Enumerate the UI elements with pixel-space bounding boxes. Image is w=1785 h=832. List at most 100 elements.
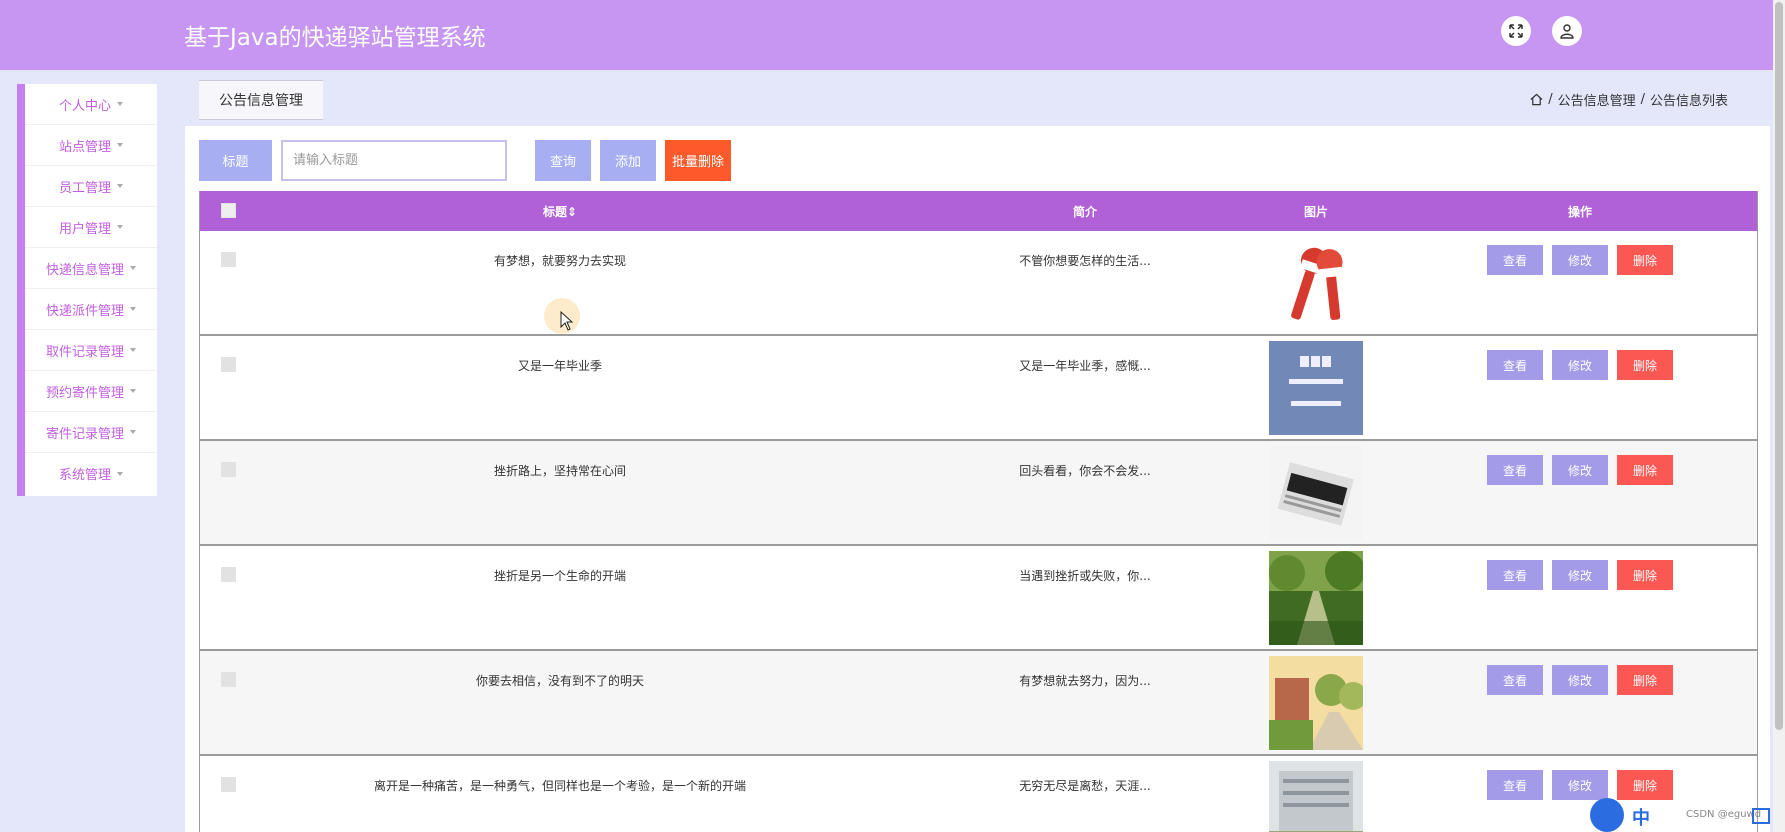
sidebar-item-staff[interactable]: 员工管理	[25, 166, 157, 207]
sidebar-item-label: 员工管理	[58, 180, 111, 196]
row-checkbox[interactable]	[221, 357, 236, 372]
scrollbar-thumb[interactable]	[1775, 2, 1783, 730]
view-button[interactable]: 查看	[1487, 770, 1543, 800]
sidebar-item-pickup-records[interactable]: 取件记录管理	[25, 330, 157, 371]
breadcrumb-level2: 公告信息列表	[1649, 94, 1728, 109]
sidebar-item-express-info[interactable]: 快递信息管理	[25, 248, 157, 289]
caret-down-icon	[117, 102, 123, 106]
sidebar-item-personal-center[interactable]: 个人中心	[25, 84, 157, 125]
breadcrumb: / 公告信息管理 / 公告信息列表	[1530, 90, 1728, 109]
row-title: 挫折是另一个生命的开端	[493, 569, 626, 583]
breadcrumb-level1[interactable]: 公告信息管理	[1558, 90, 1636, 109]
table-header: 标题⇕ 简介 图片 操作	[200, 191, 1757, 231]
tab-notice-management[interactable]: 公告信息管理	[199, 80, 323, 120]
caret-down-icon	[130, 307, 136, 311]
microphones-news-live-image	[1269, 236, 1363, 330]
sidebar-item-label: 个人中心	[58, 98, 111, 114]
row-title: 又是一年毕业季	[517, 359, 602, 373]
sidebar-item-label: 预约寄件管理	[45, 385, 124, 401]
view-button[interactable]: 查看	[1487, 455, 1543, 485]
select-all-checkbox[interactable]	[221, 203, 236, 218]
modern-building-image	[1269, 761, 1363, 832]
sort-icon[interactable]: ⇕	[567, 205, 577, 219]
crumb-bar: 公告信息管理 / 公告信息管理 / 公告信息列表	[185, 70, 1770, 126]
delete-button[interactable]: 删除	[1617, 665, 1673, 695]
delete-button[interactable]: 删除	[1617, 455, 1673, 485]
title-search-input[interactable]	[281, 140, 507, 181]
caret-down-icon	[117, 225, 123, 229]
baidu-input-icon[interactable]	[1590, 798, 1624, 832]
user-button[interactable]	[1552, 16, 1582, 46]
edit-button[interactable]: 修改	[1552, 770, 1608, 800]
row-intro: 当遇到挫折或失败，你...	[1019, 569, 1151, 583]
view-button[interactable]: 查看	[1487, 665, 1543, 695]
view-button[interactable]: 查看	[1487, 560, 1543, 590]
home-icon[interactable]	[1530, 93, 1543, 106]
row-checkbox[interactable]	[221, 672, 236, 687]
sidebar-item-users[interactable]: 用户管理	[25, 207, 157, 248]
row-intro: 又是一年毕业季，感慨...	[1019, 359, 1151, 373]
delete-button[interactable]: 删除	[1617, 770, 1673, 800]
edit-button[interactable]: 修改	[1552, 665, 1608, 695]
table-row: 你要去相信，没有到不了的明天 有梦想就去努力，因为... 查看 修改 删除	[200, 651, 1757, 756]
ime-indicator[interactable]: 中	[1632, 804, 1650, 830]
sidebar-item-label: 取件记录管理	[45, 344, 124, 360]
user-icon	[1560, 24, 1574, 39]
sidebar-item-send-records[interactable]: 寄件记录管理	[25, 412, 157, 453]
row-checkbox[interactable]	[221, 567, 236, 582]
view-button[interactable]: 查看	[1487, 350, 1543, 380]
sidebar-item-label: 站点管理	[58, 139, 111, 155]
notice-table: 标题⇕ 简介 图片 操作 有梦想，就要努力去实现 不管你想要怎样的生活... 查…	[199, 191, 1758, 832]
row-checkbox[interactable]	[221, 462, 236, 477]
table-row: 又是一年毕业季 又是一年毕业季，感慨... 查看 修改 删除	[200, 336, 1757, 441]
sidebar-item-station[interactable]: 站点管理	[25, 125, 157, 166]
fullscreen-button[interactable]	[1501, 16, 1531, 46]
sidebar-item-send-booking[interactable]: 预约寄件管理	[25, 371, 157, 412]
delete-button[interactable]: 删除	[1617, 245, 1673, 275]
add-button[interactable]: 添加	[600, 140, 656, 181]
edit-button[interactable]: 修改	[1552, 245, 1608, 275]
column-title[interactable]: 标题⇕	[350, 203, 770, 220]
sidebar-item-label: 系统管理	[58, 468, 111, 483]
edit-button[interactable]: 修改	[1552, 560, 1608, 590]
sidebar-item-delivery[interactable]: 快递派件管理	[25, 289, 157, 330]
column-image: 图片	[1303, 204, 1328, 219]
watermark-text: CSDN @eguwd	[1686, 809, 1762, 820]
caret-down-icon	[130, 266, 136, 270]
sidebar-item-label: 寄件记录管理	[45, 426, 124, 442]
table-row: 离开是一种痛苦，是一种勇气，但同样也是一个考验，是一个新的开端 无穷无尽是离愁，…	[200, 756, 1757, 832]
grid-icon[interactable]	[1752, 808, 1770, 824]
row-checkbox[interactable]	[221, 252, 236, 267]
main-content: 公告信息管理 / 公告信息管理 / 公告信息列表 标题 查询 添加 批量删除 标…	[185, 70, 1770, 832]
row-title: 挫折路上，坚持常在心间	[493, 464, 626, 478]
batch-delete-button[interactable]: 批量删除	[665, 140, 731, 181]
sidebar-item-label: 快递派件管理	[45, 303, 124, 319]
app-title: 基于Java的快递驿站管理系统	[184, 25, 486, 51]
column-operations: 操作	[1567, 204, 1592, 219]
table-row: 挫折是另一个生命的开端 当遇到挫折或失败，你... 查看 修改 删除	[200, 546, 1757, 651]
title-filter-label: 标题	[199, 140, 272, 181]
page-scrollbar[interactable]	[1773, 0, 1785, 832]
query-button[interactable]: 查询	[535, 140, 591, 181]
bbc-world-news-image	[1269, 341, 1363, 435]
edit-button[interactable]: 修改	[1552, 350, 1608, 380]
sidebar-item-system[interactable]: 系统管理	[25, 453, 157, 494]
delete-button[interactable]: 删除	[1617, 350, 1673, 380]
breadcrumb-separator: /	[1548, 92, 1553, 107]
sidebar-item-label: 快递信息管理	[45, 262, 124, 278]
row-title: 有梦想，就要努力去实现	[493, 254, 626, 268]
caret-down-icon	[117, 143, 123, 147]
sidebar-item-label: 用户管理	[58, 221, 111, 237]
delete-button[interactable]: 删除	[1617, 560, 1673, 590]
table-row: 有梦想，就要努力去实现 不管你想要怎样的生活... 查看 修改 删除	[200, 231, 1757, 336]
mouse-cursor-icon	[560, 311, 574, 331]
row-intro: 回头看看，你会不会发...	[1019, 464, 1151, 478]
row-title: 离开是一种痛苦，是一种勇气，但同样也是一个考验，是一个新的开端	[373, 779, 746, 793]
row-checkbox[interactable]	[221, 777, 236, 792]
tree-lined-path-image	[1269, 551, 1363, 645]
row-intro: 不管你想要怎样的生活...	[1019, 254, 1151, 268]
edit-button[interactable]: 修改	[1552, 455, 1608, 485]
view-button[interactable]: 查看	[1487, 245, 1543, 275]
top-bar: 基于Java的快递驿站管理系统	[0, 0, 1785, 70]
caret-down-icon	[130, 389, 136, 393]
